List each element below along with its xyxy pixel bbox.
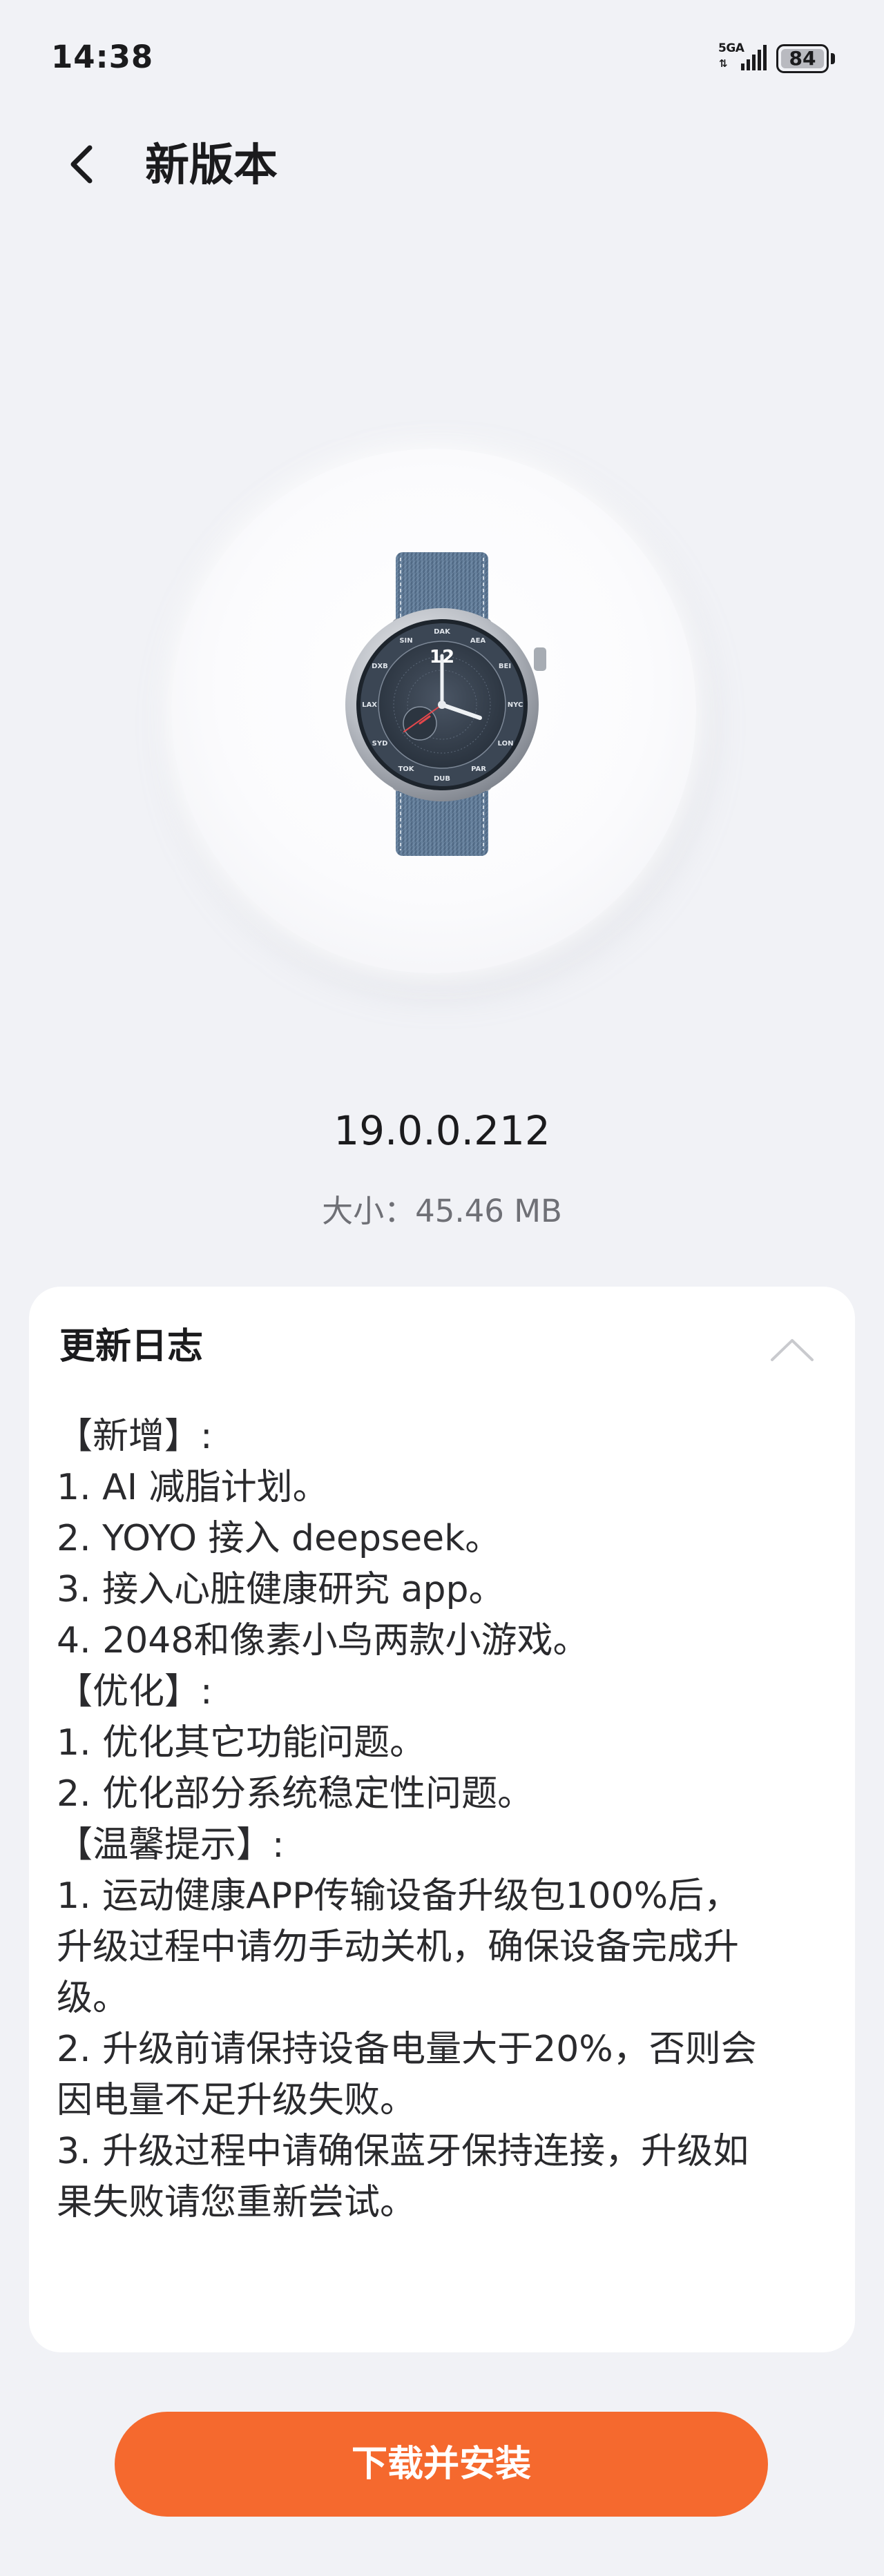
svg-text:DUB: DUB xyxy=(434,775,450,783)
chevron-up-icon xyxy=(771,1339,814,1361)
svg-text:SYD: SYD xyxy=(372,740,388,748)
changelog-line: 【优化】: xyxy=(57,1671,213,1713)
package-size-value: 45.46 MB xyxy=(415,1193,562,1229)
svg-text:TOK: TOK xyxy=(398,765,414,773)
svg-text:NYC: NYC xyxy=(508,701,523,709)
chevron-left-icon xyxy=(70,145,93,184)
changelog-line: 3. 接入心脏健康研究 app。 xyxy=(57,1569,505,1610)
svg-text:DAK: DAK xyxy=(434,628,451,636)
download-install-button[interactable]: 下载并安装 xyxy=(115,2412,768,2517)
status-time: 14:38 xyxy=(51,39,154,75)
changelog-line: 【温馨提示】: xyxy=(57,1824,285,1866)
svg-text:SIN: SIN xyxy=(399,637,412,645)
svg-text:PAR: PAR xyxy=(471,765,486,773)
changelog-line: 升级过程中请勿手动关机，确保设备完成升 xyxy=(57,1926,740,1968)
changelog-line: 4. 2048和像素小鸟两款小游戏。 xyxy=(57,1620,589,1661)
svg-text:AEA: AEA xyxy=(470,637,486,645)
package-size-label: 大小： xyxy=(322,1193,416,1229)
signal-strength-icon xyxy=(741,45,767,70)
changelog-line: 1. 优化其它功能问题。 xyxy=(57,1722,426,1764)
network-icon: 5GA ⇅ xyxy=(718,41,768,76)
status-bar: 14:38 5GA ⇅ 84 xyxy=(0,0,884,117)
smartwatch-image: DAK AEA BEI NYC LON PAR DUB TOK SYD LAX … xyxy=(345,552,546,856)
changelog-line: 2. YOYO 接入 deepseek。 xyxy=(57,1518,501,1559)
back-button[interactable] xyxy=(59,137,108,192)
battery-icon: 84 xyxy=(776,44,829,73)
battery-percentage: 84 xyxy=(789,47,816,70)
changelog-content: 【新增】: 1. AI 减脂计划。 2. YOYO 接入 deepseek。 3… xyxy=(57,1411,830,2228)
data-transfer-icon: ⇅ xyxy=(719,57,728,70)
svg-text:LAX: LAX xyxy=(362,701,377,709)
changelog-line: 1. AI 减脂计划。 xyxy=(57,1467,329,1508)
svg-text:LON: LON xyxy=(498,740,514,748)
changelog-line: 【新增】: xyxy=(57,1416,213,1457)
collapse-button[interactable] xyxy=(768,1332,816,1367)
version-number: 19.0.0.212 xyxy=(334,1107,550,1154)
battery-tip xyxy=(831,53,835,64)
changelog-line: 果失败请您重新尝试。 xyxy=(57,2182,416,2223)
changelog-line: 因电量不足升级失败。 xyxy=(57,2080,416,2121)
page-title: 新版本 xyxy=(145,140,278,191)
changelog-title: 更新日志 xyxy=(59,1326,204,1367)
changelog-line: 级。 xyxy=(57,1978,129,2019)
package-size: 大小：45.46 MB xyxy=(0,1186,884,1231)
changelog-line: 3. 升级过程中请确保蓝牙保持连接，升级如 xyxy=(57,2131,749,2172)
svg-text:BEI: BEI xyxy=(499,663,511,670)
changelog-card: 更新日志 【新增】: 1. AI 减脂计划。 2. YOYO 接入 deepse… xyxy=(29,1287,855,2352)
changelog-line: 2. 优化部分系统稳定性问题。 xyxy=(57,1773,534,1815)
changelog-line: 2. 升级前请保持设备电量大于20%，否则会 xyxy=(57,2029,757,2070)
changelog-line: 1. 运动健康APP传输设备升级包100%后， xyxy=(57,1875,740,1917)
svg-text:DXB: DXB xyxy=(372,663,388,670)
